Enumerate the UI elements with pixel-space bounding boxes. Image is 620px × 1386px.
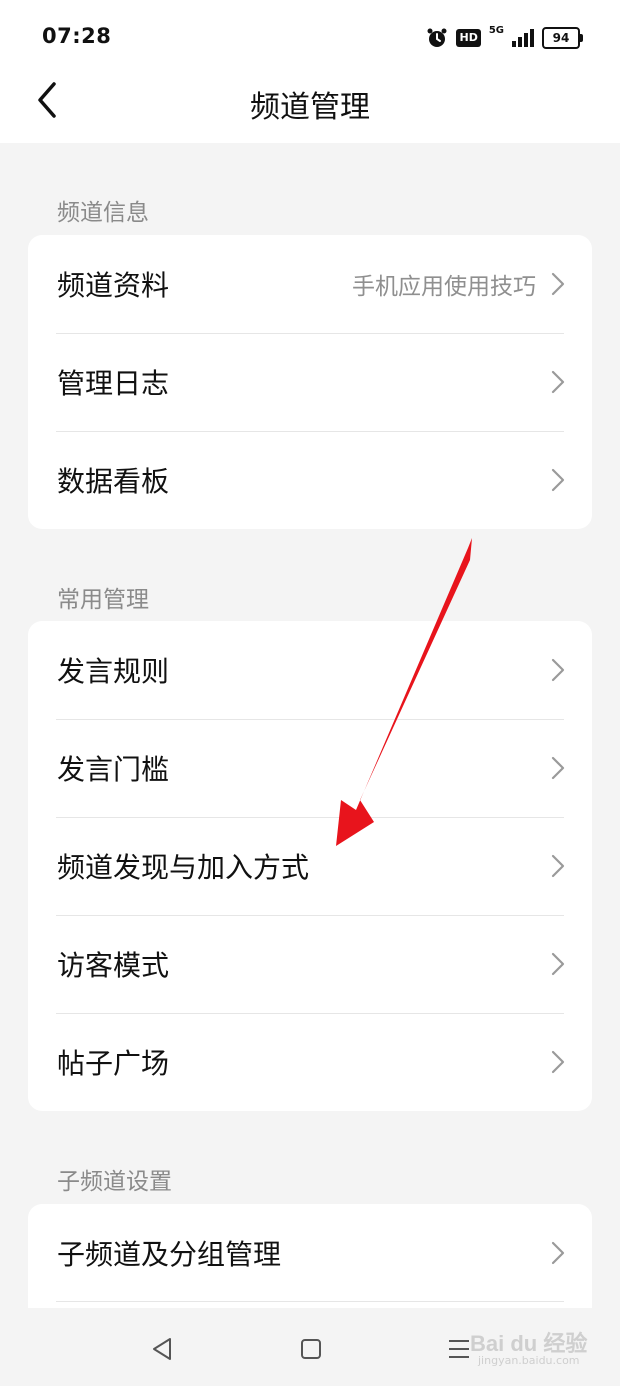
battery-icon: 94 [542, 27, 583, 49]
section-label-channel-info: 频道信息 [57, 200, 149, 226]
row-label: 发言门槛 [57, 753, 170, 786]
chevron-right-icon [551, 854, 565, 878]
row-discovery-join-method[interactable]: 频道发现与加入方式 [28, 817, 592, 915]
row-label: 管理日志 [57, 367, 170, 400]
signal-strength-icon [512, 29, 534, 47]
top-navigation-bar: 频道管理 [0, 70, 620, 143]
row-speaking-rules[interactable]: 发言规则 [28, 621, 592, 719]
row-label: 发言规则 [57, 655, 170, 688]
section-label-common-management: 常用管理 [57, 587, 149, 613]
row-label: 频道发现与加入方式 [57, 851, 310, 884]
row-speaking-threshold[interactable]: 发言门槛 [28, 719, 592, 817]
status-time: 07:28 [42, 24, 112, 48]
chevron-right-icon [551, 370, 565, 394]
nav-menu-lines-icon[interactable] [446, 1336, 472, 1362]
card-sub-channel-settings: 子频道及分组管理 [28, 1204, 592, 1308]
battery-level: 94 [552, 31, 570, 45]
hd-badge: HD [456, 29, 481, 47]
row-label: 帖子广场 [57, 1047, 170, 1080]
nav-home-square-icon[interactable] [298, 1336, 324, 1362]
network-type: 5G [488, 25, 504, 36]
chevron-right-icon [551, 1241, 565, 1265]
card-channel-info: 频道资料 手机应用使用技巧 管理日志 数据看板 [28, 235, 592, 529]
chevron-right-icon [551, 272, 565, 296]
row-sub-channel-group-management[interactable]: 子频道及分组管理 [28, 1204, 592, 1302]
row-label: 子频道及分组管理 [57, 1238, 282, 1271]
status-bar: 07:28 HD 5G 94 [0, 0, 620, 70]
chevron-right-icon [551, 756, 565, 780]
watermark-url: jingyan.baidu.com [478, 1354, 580, 1367]
chevron-right-icon [551, 468, 565, 492]
chevron-right-icon [551, 1050, 565, 1074]
row-value: 手机应用使用技巧 [352, 274, 536, 300]
chevron-right-icon [551, 658, 565, 682]
row-channel-profile[interactable]: 频道资料 手机应用使用技巧 [28, 235, 592, 333]
row-divider [56, 1301, 564, 1302]
page-title: 频道管理 [250, 90, 370, 125]
row-label: 频道资料 [57, 269, 170, 302]
chevron-right-icon [551, 952, 565, 976]
section-label-sub-channel-settings: 子频道设置 [57, 1169, 172, 1195]
alarm-clock-icon [427, 28, 447, 47]
row-visitor-mode[interactable]: 访客模式 [28, 915, 592, 1013]
row-admin-log[interactable]: 管理日志 [28, 333, 592, 431]
card-common-management: 发言规则 发言门槛 频道发现与加入方式 访客模式 帖子广场 [28, 621, 592, 1111]
status-icons: HD 5G 94 [426, 24, 583, 52]
row-post-plaza[interactable]: 帖子广场 [28, 1013, 592, 1111]
row-label: 访客模式 [57, 949, 170, 982]
row-label: 数据看板 [57, 465, 170, 498]
nav-back-triangle-icon[interactable] [150, 1336, 176, 1362]
row-data-dashboard[interactable]: 数据看板 [28, 431, 592, 529]
